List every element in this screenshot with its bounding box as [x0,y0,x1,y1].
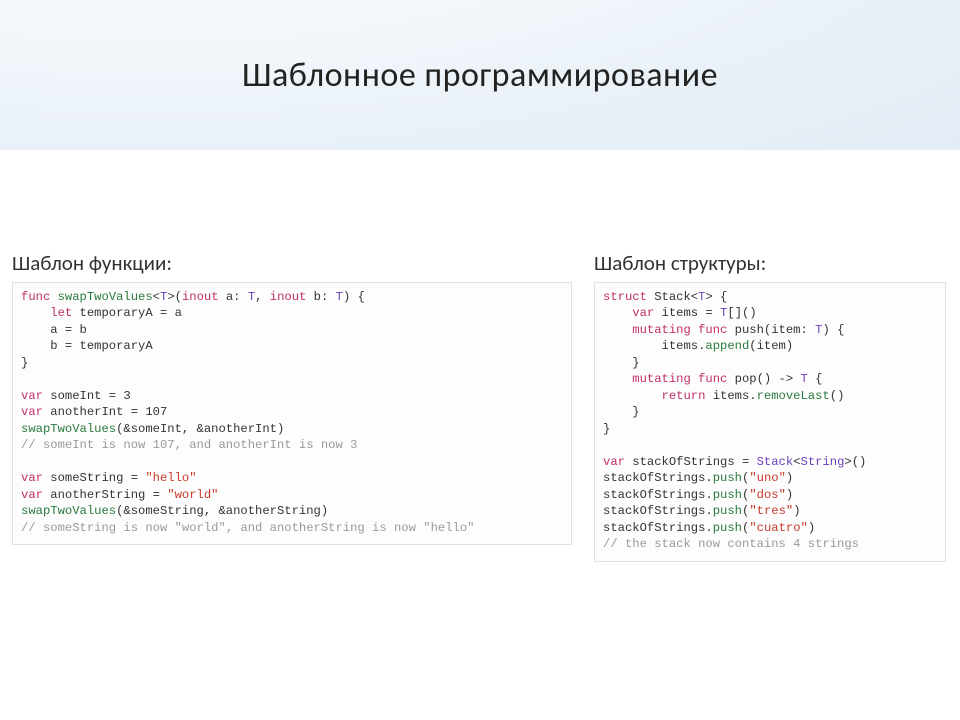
slide-title: Шаблонное программирование [242,55,718,96]
right-column: Шаблон структуры: struct Stack<T> { var … [594,250,946,562]
slide: Шаблонное программирование Шаблон функци… [0,0,960,720]
code-block-function-template: func swapTwoValues<T>(inout a: T, inout … [12,282,572,545]
left-column: Шаблон функции: func swapTwoValues<T>(in… [12,250,572,562]
code-block-struct-template: struct Stack<T> { var items = T[]() muta… [594,282,946,562]
slide-body: Шаблон функции: func swapTwoValues<T>(in… [12,250,948,562]
left-heading: Шаблон функции: [12,250,572,276]
right-heading: Шаблон структуры: [594,250,946,276]
title-band: Шаблонное программирование [0,0,960,150]
